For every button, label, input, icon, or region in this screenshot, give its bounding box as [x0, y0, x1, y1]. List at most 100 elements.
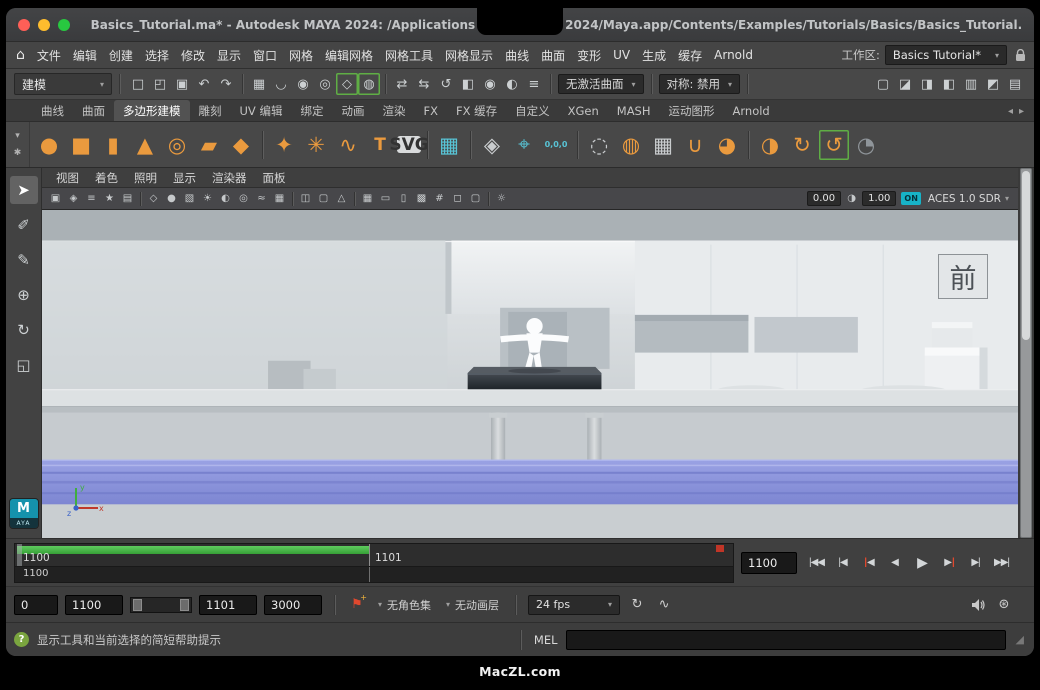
snap-to-curve-icon[interactable]: ◡	[270, 73, 292, 95]
quad-draw-icon[interactable]: ◌	[584, 130, 614, 160]
select-tool[interactable]: ➤	[10, 176, 38, 204]
panel-menu-4[interactable]: 渲染器	[204, 168, 255, 187]
shelf-tab-8[interactable]: FX	[414, 100, 447, 121]
use-all-lights-icon[interactable]: ☀	[199, 190, 216, 207]
step-forward-frame-button[interactable]: ▶|	[963, 550, 988, 576]
shelf-tab-6[interactable]: 动画	[332, 100, 373, 121]
snap-to-grid-icon[interactable]: ▦	[248, 73, 270, 95]
shelf-tab-0[interactable]: 曲线	[32, 100, 73, 121]
attribute-editor-toggle-icon[interactable]: ◨	[916, 73, 938, 95]
gamma-field[interactable]: 1.00	[862, 191, 896, 206]
menu-item-9[interactable]: 网格工具	[379, 42, 439, 68]
animation-preferences-icon[interactable]: ⊛	[994, 595, 1014, 615]
paint-select-tool[interactable]: ✎	[10, 246, 38, 274]
safe-action-icon[interactable]: ◻	[449, 190, 466, 207]
poly-cube-icon[interactable]: ■	[66, 130, 96, 160]
rotate-tool[interactable]: ↻	[10, 316, 38, 344]
playback-range-slider[interactable]	[130, 597, 192, 613]
grid-toggle-icon[interactable]: ▦	[359, 190, 376, 207]
zoom-button[interactable]	[58, 19, 70, 31]
resize-grip[interactable]: ◢	[1016, 633, 1024, 646]
menu-item-6[interactable]: 窗口	[247, 42, 283, 68]
snap-to-view-plane-icon[interactable]: ◇	[336, 73, 358, 95]
animation-layer-dropdown[interactable]: ▾ 无动画层	[442, 597, 503, 613]
snap-to-point-icon[interactable]: ◉	[292, 73, 314, 95]
poly-sphere-icon[interactable]: ●	[34, 130, 64, 160]
panel-menu-0[interactable]: 视图	[48, 168, 87, 187]
menu-item-1[interactable]: 编辑	[67, 42, 103, 68]
menu-item-8[interactable]: 编辑网格	[319, 42, 379, 68]
shelf-tab-9[interactable]: FX 缓存	[447, 100, 506, 121]
shelf-tab-11[interactable]: XGen	[559, 100, 608, 121]
shadows-icon[interactable]: ◐	[217, 190, 234, 207]
bookmarks-icon[interactable]: ★	[101, 190, 118, 207]
shelf-tab-14[interactable]: Arnold	[724, 100, 779, 121]
shelf-tab-7[interactable]: 渲染	[373, 100, 414, 121]
menu-item-14[interactable]: UV	[607, 42, 636, 68]
rotate-ccw-icon[interactable]: ↺	[819, 130, 849, 160]
shelf-tab-2[interactable]: 多边形建模	[114, 100, 190, 121]
poly-cylinder-icon[interactable]: ▮	[98, 130, 128, 160]
outliner-toggle-icon[interactable]: ▤	[1004, 73, 1026, 95]
channel-box-toggle-icon[interactable]: ▥	[960, 73, 982, 95]
menu-item-13[interactable]: 变形	[571, 42, 607, 68]
film-gate-icon[interactable]: ▭	[377, 190, 394, 207]
safe-title-icon[interactable]: ▢	[467, 190, 484, 207]
close-button[interactable]	[18, 19, 30, 31]
shelf-options-icon[interactable]: ✱	[14, 148, 22, 158]
render-current-frame-icon[interactable]: ◉	[479, 73, 501, 95]
snap-align-icon[interactable]: ⌖	[509, 130, 539, 160]
motion-blur-icon[interactable]: ≈	[253, 190, 270, 207]
menu-item-2[interactable]: 创建	[103, 42, 139, 68]
scale-tool[interactable]: ◱	[10, 351, 38, 379]
construction-history-icon[interactable]: ↺	[435, 73, 457, 95]
panel-menu-1[interactable]: 着色	[87, 168, 126, 187]
shelf-tab-1[interactable]: 曲面	[73, 100, 114, 121]
poly-disc-icon[interactable]: ◆	[226, 130, 256, 160]
smooth-mesh-icon[interactable]: ◕	[712, 130, 742, 160]
gate-mask-icon[interactable]: ▩	[413, 190, 430, 207]
field-chart-icon[interactable]: #	[431, 190, 448, 207]
svg-tool-icon[interactable]: SVG	[397, 136, 421, 153]
menu-item-5[interactable]: 显示	[211, 42, 247, 68]
play-backwards-button[interactable]: ◀	[882, 550, 907, 576]
menu-item-16[interactable]: 缓存	[672, 42, 708, 68]
step-forward-key-button[interactable]: ▶|	[937, 550, 962, 576]
xray-icon[interactable]: ▢	[315, 190, 332, 207]
mel-command-input[interactable]	[566, 630, 1006, 650]
playback-end-field[interactable]	[199, 595, 257, 615]
boolean-union-icon[interactable]: ∪	[680, 130, 710, 160]
undo-icon[interactable]: ↶	[193, 73, 215, 95]
menu-item-7[interactable]: 网格	[283, 42, 319, 68]
ipr-render-icon[interactable]: ◐	[501, 73, 523, 95]
shelf-tab-10[interactable]: 自定义	[506, 100, 559, 121]
object-details-icon[interactable]: ◪	[894, 73, 916, 95]
poly-plane-icon[interactable]: ▰	[194, 130, 224, 160]
highlight-selection-icon[interactable]: ▢	[872, 73, 894, 95]
step-back-frame-button[interactable]: |◀	[830, 550, 855, 576]
workspace-dropdown[interactable]: Basics Tutorial* ▾	[885, 45, 1007, 65]
open-scene-icon[interactable]: ◰	[149, 73, 171, 95]
menu-item-4[interactable]: 修改	[175, 42, 211, 68]
current-time-indicator[interactable]	[17, 544, 22, 566]
panel-menu-2[interactable]: 照明	[126, 168, 165, 187]
shelf-tab-4[interactable]: UV 编辑	[231, 100, 292, 121]
time-slider-subrow[interactable]: 1100	[14, 567, 734, 583]
exposure-field[interactable]: 0.00	[807, 191, 841, 206]
menu-item-0[interactable]: 文件	[31, 42, 67, 68]
minimize-button[interactable]	[38, 19, 50, 31]
rotate-cw-icon[interactable]: ↻	[787, 130, 817, 160]
go-to-end-button[interactable]: ▶▶|	[989, 550, 1014, 576]
camera-attributes-icon[interactable]: ≡	[83, 190, 100, 207]
fps-dropdown[interactable]: 24 fps ▾	[528, 595, 620, 615]
textured-icon[interactable]: ▧	[181, 190, 198, 207]
output-connections-icon[interactable]: ⇆	[413, 73, 435, 95]
mirror-mesh-icon[interactable]: ◑	[755, 130, 785, 160]
go-to-start-button[interactable]: |◀◀	[804, 550, 829, 576]
symmetry-field[interactable]: 对称: 禁用 ▾	[659, 74, 741, 94]
menu-item-17[interactable]: Arnold	[708, 42, 759, 68]
menu-item-11[interactable]: 曲线	[499, 42, 535, 68]
move-tool[interactable]: ⊕	[10, 281, 38, 309]
input-connections-icon[interactable]: ⇄	[391, 73, 413, 95]
separate-meshes-icon[interactable]: ▦	[648, 130, 678, 160]
